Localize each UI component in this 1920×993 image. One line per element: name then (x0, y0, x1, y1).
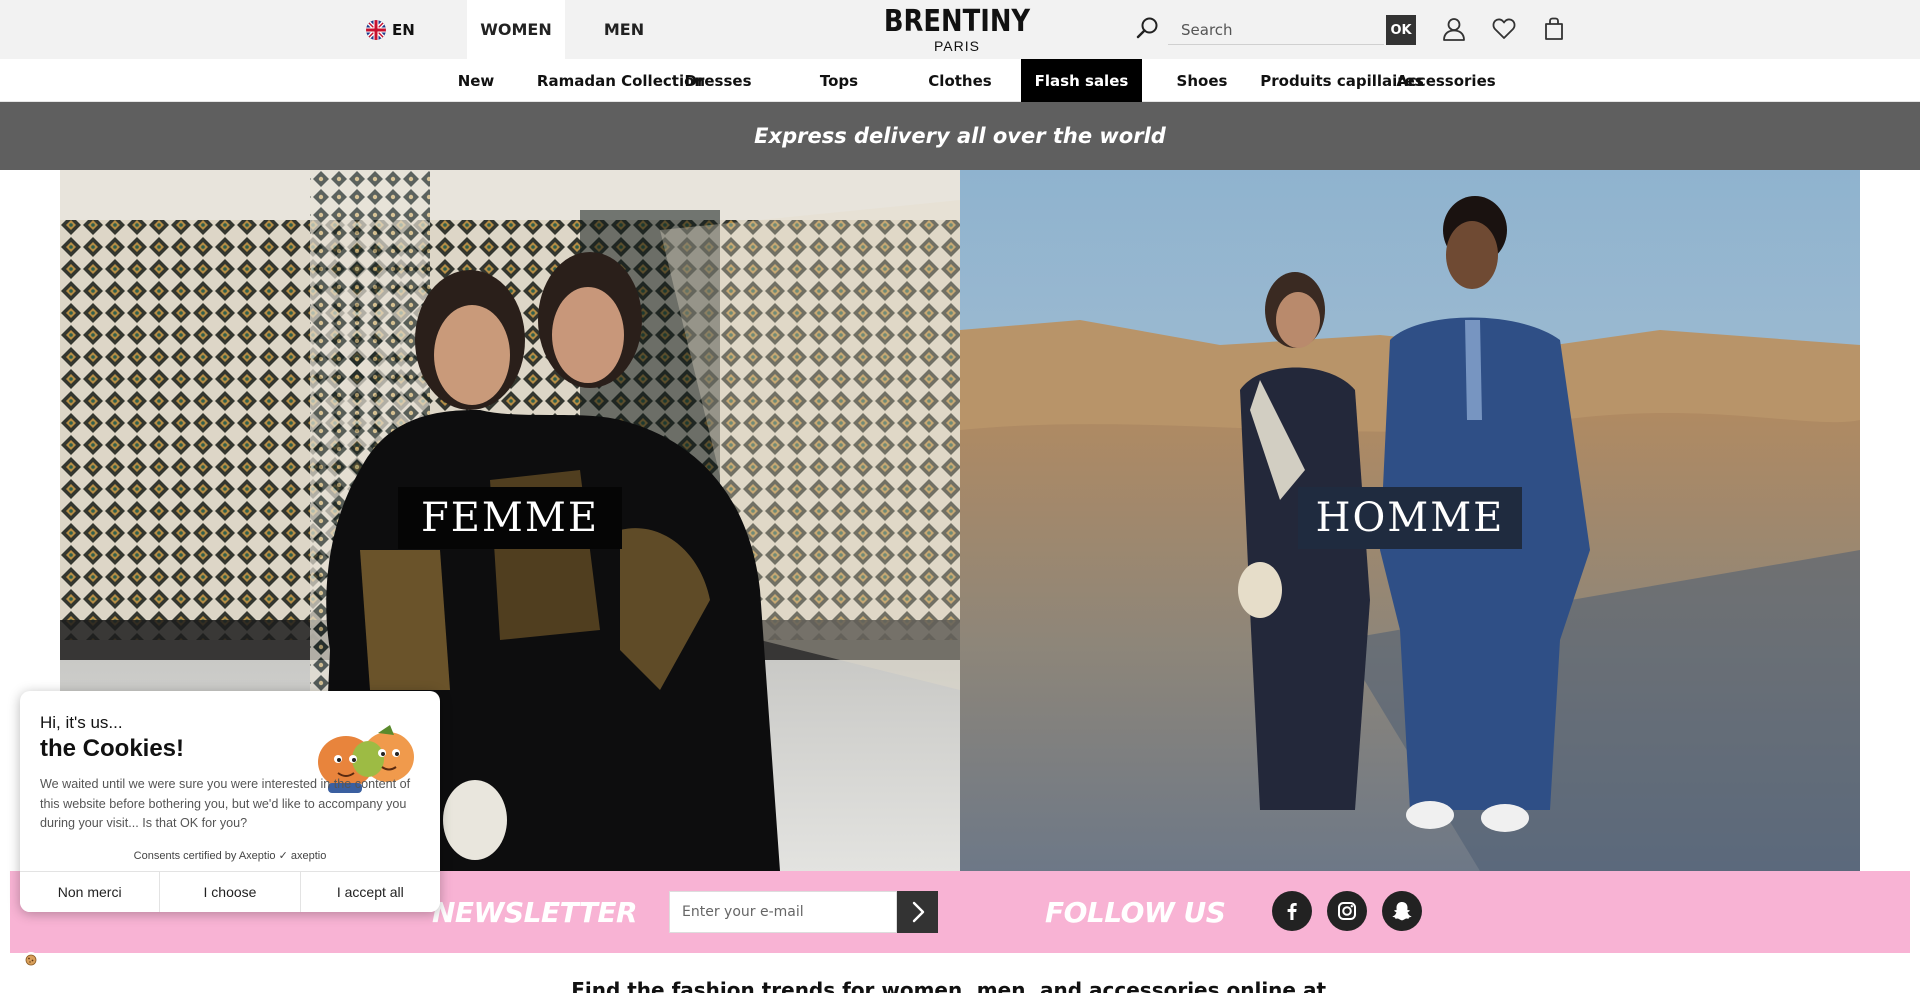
user-account-icon[interactable] (1441, 16, 1467, 42)
cookie-settings-icon[interactable] (23, 952, 39, 968)
nav-item-flash-sales[interactable]: Flash sales (1021, 59, 1142, 102)
nav-item-ramadan-collection[interactable]: Ramadan Collection (537, 59, 705, 102)
snapchat-link[interactable] (1382, 891, 1422, 931)
nav-item-accessories[interactable]: Accessories (1396, 59, 1495, 102)
logo-subtitle: PARIS (934, 38, 980, 54)
cookie-icon (25, 954, 37, 966)
cookie-consent-dialog: Hi, it's us... the Cookies! We waited un… (20, 691, 440, 912)
chevron-right-icon (912, 901, 924, 923)
tab-women[interactable]: WOMEN (467, 0, 565, 59)
search-input[interactable] (1168, 15, 1384, 45)
homme-label[interactable]: HOMME (1298, 487, 1522, 549)
tab-men[interactable]: MEN (580, 0, 668, 59)
search-submit-button[interactable]: OK (1386, 15, 1416, 45)
follow-us-title: FOLLOW US (1045, 895, 1226, 929)
search-icon[interactable] (1135, 15, 1161, 41)
axeptio-brand-text: axeptio (290, 850, 327, 862)
newsletter-email-input[interactable] (669, 891, 897, 933)
cookie-choose-button[interactable]: I choose (160, 872, 301, 912)
nav-item-dresses[interactable]: Dresses (685, 59, 752, 102)
newsletter-submit-button[interactable] (897, 891, 938, 933)
cookie-certified-line: Consents certified by Axeptio ✓ axeptio (20, 849, 440, 862)
language-selector[interactable]: EN (366, 0, 415, 59)
nav-item-new[interactable]: New (447, 59, 505, 102)
hero-homme-panel[interactable]: HOMME (960, 170, 1860, 871)
promo-text: Express delivery all over the world (754, 124, 1166, 148)
category-nav: New Ramadan Collection Dresses Tops Clot… (0, 59, 1920, 102)
nav-item-shoes[interactable]: Shoes (1176, 59, 1228, 102)
brand-logo[interactable]: BRENTINY PARIS (857, 4, 1057, 54)
facebook-icon (1287, 903, 1297, 920)
promo-banner: Express delivery all over the world (0, 102, 1920, 170)
axeptio-check-icon: ✓ (278, 850, 288, 862)
wishlist-heart-icon[interactable] (1491, 16, 1517, 42)
nav-item-produits-capillaires[interactable]: Produits capillaires (1260, 59, 1424, 102)
nav-item-tops[interactable]: Tops (810, 59, 868, 102)
cookie-greeting: Hi, it's us... (40, 713, 123, 732)
femme-label[interactable]: FEMME (398, 487, 622, 549)
language-label: EN (392, 20, 415, 39)
cookie-buttons: Non merci I choose I accept all (20, 871, 440, 912)
cookie-accept-all-button[interactable]: I accept all (300, 872, 440, 912)
newsletter-title: NEWSLETTER (432, 895, 638, 929)
instagram-link[interactable] (1327, 891, 1367, 931)
logo-wordmark: BRENTINY (883, 4, 1031, 39)
cookie-certified-text: Consents certified by Axeptio (133, 850, 276, 862)
uk-flag-icon (366, 19, 386, 40)
nav-item-clothes[interactable]: Clothes (923, 59, 997, 102)
shopping-bag-icon[interactable] (1541, 16, 1567, 42)
instagram-icon (1338, 902, 1356, 920)
snapchat-icon (1392, 902, 1412, 921)
cookie-body-text: We waited until we were sure you were in… (40, 777, 411, 830)
seo-tagline: Find the fashion trends for women, men, … (571, 978, 1349, 993)
cookie-title: the Cookies! (40, 735, 185, 762)
facebook-link[interactable] (1272, 891, 1312, 931)
cookie-refuse-button[interactable]: Non merci (20, 872, 161, 912)
top-header: EN WOMEN MEN BRENTINY PARIS OK (0, 0, 1920, 59)
